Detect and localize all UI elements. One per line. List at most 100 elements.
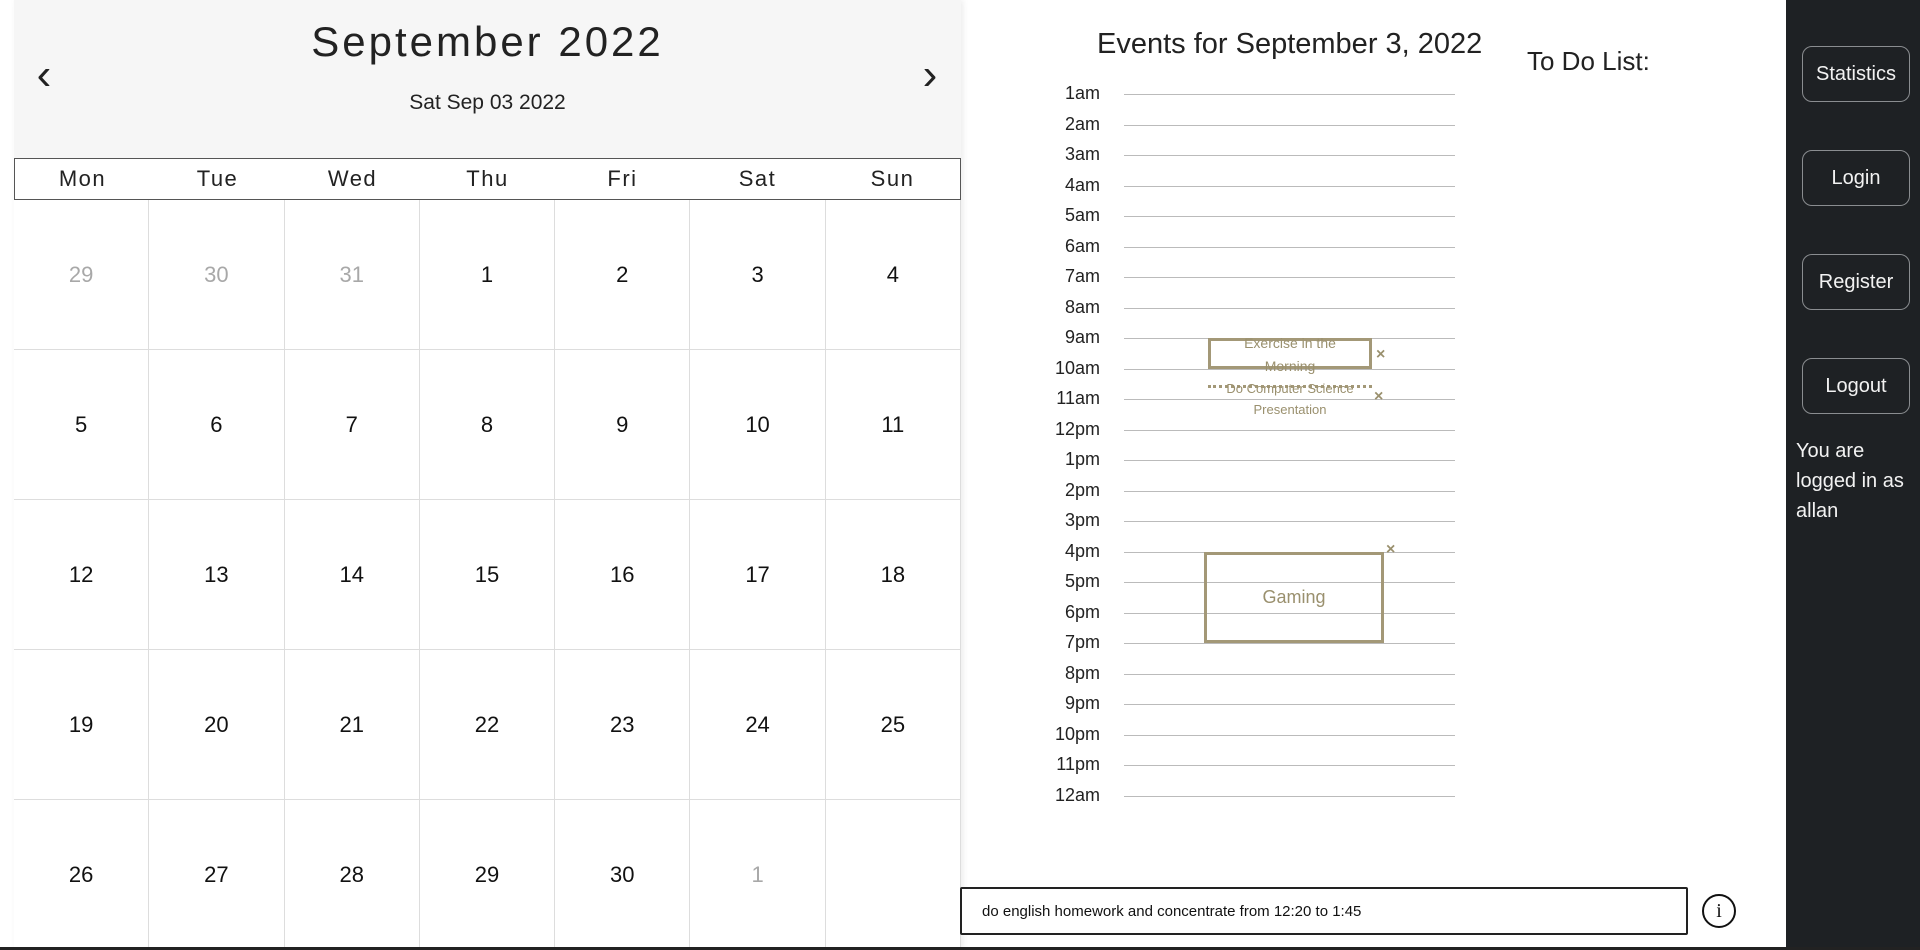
calendar-day[interactable]: 6 (149, 350, 285, 500)
hour-line (1124, 216, 1455, 217)
todo-title: To Do List: (1527, 46, 1650, 76)
hour-label: 2pm (1064, 479, 1100, 500)
hour-label: 10pm (1054, 723, 1100, 744)
calendar-day[interactable]: 19 (14, 650, 150, 800)
calendar-day[interactable]: 11 (825, 350, 961, 500)
hour-label: 1pm (1064, 449, 1100, 469)
weekday-label: Tue (196, 166, 239, 191)
calendar-day[interactable]: 1 (690, 800, 826, 950)
hour-label: 10am (1054, 357, 1100, 378)
event-title: Do Computer Science Presentation (1208, 378, 1372, 420)
calendar-day[interactable]: 9 (555, 350, 691, 500)
delete-event-icon[interactable]: × (1386, 541, 1395, 559)
hour-label: 5pm (1064, 571, 1100, 591)
calendar-day[interactable]: 20 (149, 650, 285, 800)
calendar-day[interactable]: 26 (14, 800, 150, 950)
event-title: Exercise in the Morning (1208, 332, 1372, 378)
calendar-day[interactable]: 29 (14, 200, 150, 350)
delete-event-icon[interactable]: × (1376, 346, 1385, 364)
hour-label: 6am (1064, 235, 1100, 256)
hour-label: 8pm (1064, 662, 1100, 683)
hour-label: 12am (1054, 784, 1100, 805)
register-button[interactable]: Register (1802, 254, 1910, 310)
event-title: Gaming (1204, 587, 1384, 608)
hour-line (1124, 94, 1455, 95)
hour-label: 1am (1064, 83, 1100, 103)
calendar-day[interactable]: 7 (284, 350, 420, 500)
hour-line (1124, 429, 1455, 431)
hour-line (1124, 185, 1455, 187)
selected-date: Sat Sep 03 2022 (409, 91, 566, 114)
calendar-day[interactable]: 8 (419, 350, 556, 500)
event-title-line: Do Computer Science (1226, 380, 1354, 396)
hour-line (1124, 521, 1455, 522)
calendar-day[interactable]: 5 (14, 350, 150, 500)
info-icon[interactable]: i (1702, 894, 1736, 928)
hour-label: 3am (1064, 144, 1100, 164)
calendar-day[interactable] (825, 800, 961, 950)
calendar-day[interactable]: 4 (825, 200, 961, 350)
calendar-day[interactable]: 15 (419, 500, 556, 650)
hour-label: 11pm (1056, 754, 1100, 774)
calendar-day[interactable]: 22 (419, 650, 556, 800)
weekday-label: Mon (58, 166, 107, 191)
hour-line (1124, 124, 1455, 126)
calendar-day[interactable]: 1 (419, 200, 556, 350)
event-title-line: Gaming (1262, 587, 1326, 608)
calendar-day[interactable]: 29 (419, 800, 556, 950)
calendar-day[interactable]: 28 (284, 800, 420, 950)
month-title: September 2022 (311, 18, 664, 65)
calendar-day[interactable]: 10 (690, 350, 826, 500)
event-title-line: Presentation (1253, 401, 1327, 417)
hour-line (1124, 490, 1455, 492)
calendar-day[interactable]: 23 (555, 650, 691, 800)
hour-label: 8am (1064, 296, 1100, 317)
hour-line (1124, 673, 1455, 675)
calendar-day[interactable]: 16 (555, 500, 691, 650)
hour-label: 2am (1064, 113, 1100, 134)
sidebar: Statistics Login Register Logout You are… (1786, 0, 1920, 950)
task-input[interactable] (960, 887, 1688, 935)
calendar-day[interactable]: 2 (555, 200, 691, 350)
hour-line (1124, 460, 1455, 461)
prev-month-button[interactable]: ‹ (24, 50, 64, 100)
hour-label: 11am (1056, 388, 1100, 408)
hour-label: 4pm (1064, 540, 1100, 561)
hour-label: 5am (1064, 205, 1100, 225)
events-title: Events for September 3, 2022 (1097, 28, 1483, 60)
calendar-day[interactable]: 17 (690, 500, 826, 650)
logout-button[interactable]: Logout (1802, 358, 1910, 414)
hour-line (1124, 277, 1455, 278)
calendar-day[interactable]: 21 (284, 650, 420, 800)
login-status: You are logged in as allan (1796, 440, 1904, 522)
login-button[interactable]: Login (1802, 150, 1910, 206)
calendar-day[interactable]: 25 (825, 650, 961, 800)
calendar-day[interactable]: 18 (825, 500, 961, 650)
calendar: September 2022 Sat Sep 03 2022 ‹ › Mon T… (14, 0, 961, 950)
hour-label: 6pm (1064, 601, 1100, 622)
hour-line (1124, 155, 1455, 156)
calendar-day[interactable]: 24 (690, 650, 826, 800)
hour-line (1124, 246, 1455, 248)
hour-line (1124, 307, 1455, 309)
hour-line (1124, 795, 1455, 797)
calendar-day[interactable]: 31 (284, 200, 420, 350)
calendar-day[interactable]: 14 (284, 500, 420, 650)
hour-label: 4am (1064, 174, 1100, 195)
statistics-button[interactable]: Statistics (1802, 46, 1910, 102)
hour-label: 9pm (1064, 693, 1100, 713)
calendar-day[interactable]: 30 (149, 200, 285, 350)
next-month-button[interactable]: › (910, 50, 950, 100)
hour-line (1124, 765, 1455, 766)
calendar-day[interactable]: 3 (690, 200, 826, 350)
calendar-day[interactable]: 27 (149, 800, 285, 950)
calendar-day[interactable]: 13 (149, 500, 285, 650)
hour-line (1124, 734, 1455, 736)
hour-line (1124, 704, 1455, 705)
calendar-day[interactable]: 12 (14, 500, 150, 650)
hour-label: 3pm (1064, 510, 1100, 530)
delete-event-icon[interactable]: × (1374, 388, 1383, 406)
weekday-label: Fri (607, 166, 638, 191)
calendar-day[interactable]: 30 (555, 800, 691, 950)
weekday-header: Mon Tue Wed Thu Fri Sat Sun (14, 158, 961, 200)
